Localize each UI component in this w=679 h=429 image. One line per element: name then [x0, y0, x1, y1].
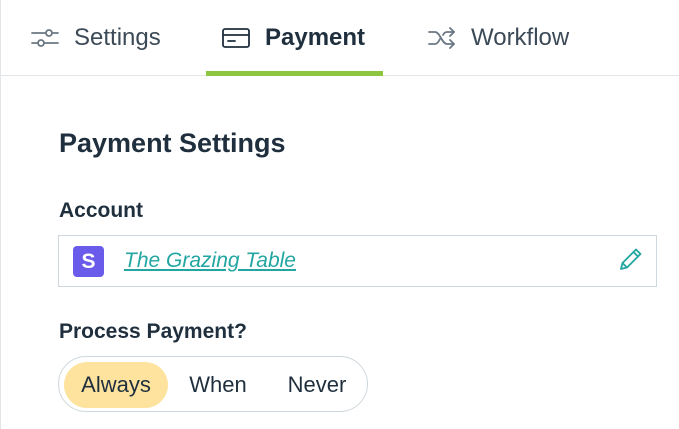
edit-account-button[interactable] — [616, 246, 646, 276]
option-when[interactable]: When — [176, 362, 260, 408]
sliders-icon — [30, 27, 60, 49]
shuffle-icon — [427, 27, 457, 49]
active-tab-indicator — [206, 71, 383, 76]
process-payment-toggle: Always When Never — [58, 356, 368, 412]
tab-payment-label: Payment — [265, 24, 366, 51]
account-field: S The Grazing Table — [58, 235, 657, 287]
payment-provider-logo: S — [73, 246, 104, 277]
option-always[interactable]: Always — [64, 362, 168, 408]
process-payment-label: Process Payment? — [59, 320, 247, 343]
payment-settings-panel: Settings Payment Workflow Payment Settin… — [0, 0, 679, 429]
account-link[interactable]: The Grazing Table — [124, 249, 296, 273]
credit-card-icon — [221, 27, 251, 49]
tab-workflow[interactable]: Workflow — [427, 0, 569, 76]
tab-settings[interactable]: Settings — [30, 0, 161, 76]
tab-payment[interactable]: Payment — [221, 0, 365, 76]
tab-settings-label: Settings — [74, 24, 161, 51]
option-never[interactable]: Never — [271, 362, 363, 408]
section-title: Payment Settings — [59, 128, 286, 158]
pencil-icon — [617, 245, 645, 278]
tab-bar: Settings Payment Workflow — [1, 0, 679, 76]
account-label: Account — [59, 199, 143, 222]
tab-workflow-label: Workflow — [471, 24, 570, 51]
